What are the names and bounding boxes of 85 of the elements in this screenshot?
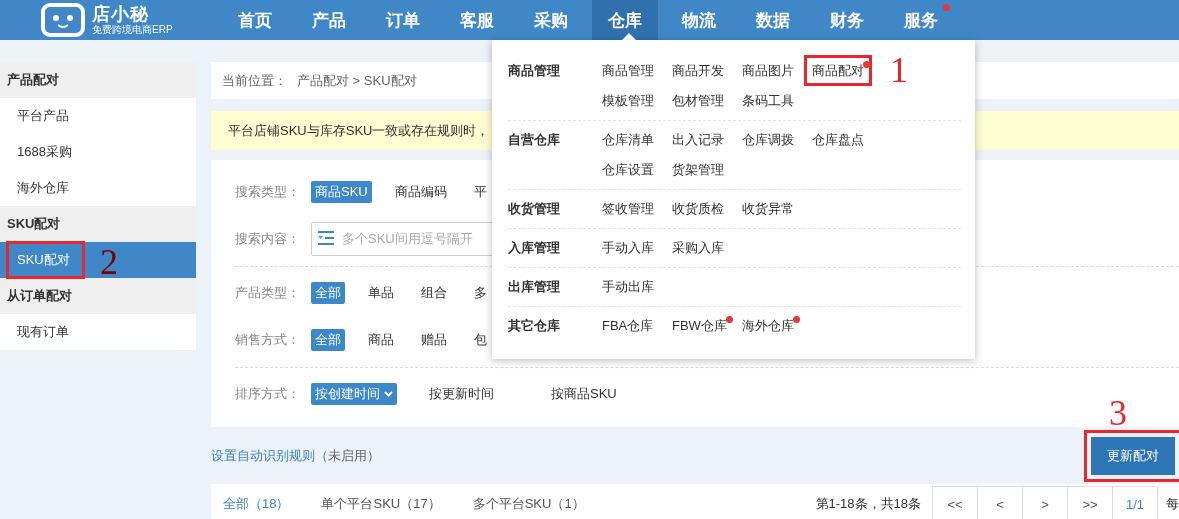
update-pairing-button[interactable]: 更新配对	[1091, 436, 1175, 475]
menu-item[interactable]: FBW仓库	[672, 311, 742, 341]
nav-tab[interactable]: 首页	[222, 0, 288, 40]
logo-name: 店小秘	[92, 5, 150, 23]
sidebar-item[interactable]: SKU配对 2	[0, 242, 196, 278]
annotation-number: 1	[890, 52, 908, 88]
breadcrumb-label: 当前位置：	[222, 71, 287, 90]
menu-group-title: 入库管理	[508, 239, 561, 257]
menu-item[interactable]: 海外仓库	[742, 311, 812, 341]
nav-tab[interactable]: 服务	[888, 0, 954, 40]
menu-group-title: 出库管理	[508, 278, 561, 296]
sidebar-group-title: SKU配对	[0, 206, 196, 242]
menu-item[interactable]: 仓库设置	[602, 155, 672, 185]
filter-label: 排序方式：	[235, 384, 301, 403]
logo-tagline: 免费跨境电商ERP	[92, 25, 173, 35]
filter-option[interactable]: 全部	[311, 281, 345, 304]
filter-option[interactable]: 商品SKU	[311, 180, 372, 203]
nav-tab[interactable]: 订单	[370, 0, 436, 40]
menu-item[interactable]: 采购入库	[672, 233, 742, 263]
menu-item[interactable]: 仓库清单	[602, 125, 672, 155]
menu-item[interactable]: 模板管理	[602, 86, 672, 116]
menu-item[interactable]: 收货质检	[672, 194, 742, 224]
breadcrumb-path: 产品配对 > SKU配对	[297, 71, 417, 90]
sidebar-group-title: 从订单配对	[0, 278, 196, 314]
notice-text: 平台店铺SKU与库存SKU一致或存在规则时，	[228, 121, 490, 140]
menu-item[interactable]: 仓库盘点	[812, 125, 882, 155]
menu-group-title: 收货管理	[508, 200, 561, 218]
filter-option[interactable]: 包	[470, 328, 491, 351]
filter-option[interactable]: 商品编码	[390, 180, 451, 203]
sort-option[interactable]: 按创建时间	[311, 382, 397, 405]
sidebar-item-label: 海外仓库	[16, 179, 70, 197]
menu-item[interactable]: 商品开发	[672, 56, 742, 86]
list-filter-icon	[318, 230, 334, 245]
menu-item[interactable]: 条码工具	[742, 86, 812, 116]
menu-group-title: 其它仓库	[508, 317, 561, 335]
nav-tab[interactable]: 仓库	[592, 0, 658, 40]
annotation-number: 2	[100, 244, 118, 280]
filter-option[interactable]: 平	[469, 180, 491, 203]
nav-tab[interactable]: 物流	[666, 0, 732, 40]
menu-item[interactable]: 货架管理	[672, 155, 742, 185]
menu-item[interactable]: 包材管理	[672, 86, 742, 116]
menu-item[interactable]: 商品图片	[742, 56, 812, 86]
filter-option[interactable]: 赠品	[417, 328, 451, 351]
sort-option[interactable]: 按商品SKU	[547, 382, 641, 405]
nav-tab[interactable]: 数据	[740, 0, 806, 40]
result-tab[interactable]: 全部（18）	[223, 495, 290, 513]
menu-item[interactable]: 出入记录	[672, 125, 742, 155]
filter-option[interactable]: 商品	[364, 328, 398, 351]
nav-tab[interactable]: 客服	[444, 0, 510, 40]
menu-item[interactable]: 仓库调拨	[742, 125, 812, 155]
menu-group-title: 自营仓库	[508, 131, 561, 149]
filter-label: 搜索类型：	[235, 182, 301, 201]
filter-label: 销售方式：	[235, 330, 301, 349]
nav-tab[interactable]: 财务	[814, 0, 880, 40]
filter-option[interactable]: 多	[470, 281, 491, 304]
menu-group-title: 商品管理	[508, 62, 561, 80]
nav-tab[interactable]: 采购	[518, 0, 584, 40]
auto-rule-link[interactable]: 设置自动识别规则	[211, 447, 315, 463]
page-summary: 第1-18条，共18条	[815, 495, 921, 513]
sidebar-item-label: 平台产品	[16, 107, 70, 125]
result-tab[interactable]: 多个平台SKU（1）	[472, 495, 585, 513]
menu-item[interactable]: 手动出库	[602, 272, 672, 302]
page-indicator[interactable]: 1/1	[1112, 486, 1158, 519]
menu-item[interactable]: 签收管理	[602, 194, 672, 224]
filter-option[interactable]: 单品	[364, 281, 398, 304]
sidebar-item-label: 现有订单	[16, 323, 70, 341]
sidebar-item-label: 1688采购	[16, 143, 73, 161]
nav-tab[interactable]: 产品	[296, 0, 362, 40]
rule-status: （未启用）	[315, 447, 380, 463]
sort-option[interactable]: 按更新时间	[425, 382, 519, 405]
menu-item[interactable]: FBA仓库	[602, 311, 672, 341]
menu-item[interactable]: 收货异常	[742, 194, 812, 224]
caret-icon	[384, 390, 393, 397]
filter-label: 搜索内容：	[235, 229, 301, 248]
menu-item[interactable]: 商品管理	[602, 56, 672, 86]
sidebar-group-title: 产品配对	[0, 62, 196, 98]
annotation-number: 3	[1109, 394, 1127, 431]
per-page-label: 每	[1166, 495, 1179, 513]
robot-logo-icon	[40, 3, 86, 37]
filter-label: 产品类型：	[235, 283, 301, 302]
highlight-frame: SKU配对	[7, 242, 84, 278]
result-tab[interactable]: 单个平台SKU（17）	[321, 495, 441, 513]
page-button[interactable]: <<	[932, 486, 978, 519]
filter-option[interactable]: 全部	[311, 328, 345, 351]
filter-option[interactable]: 组合	[417, 281, 451, 304]
